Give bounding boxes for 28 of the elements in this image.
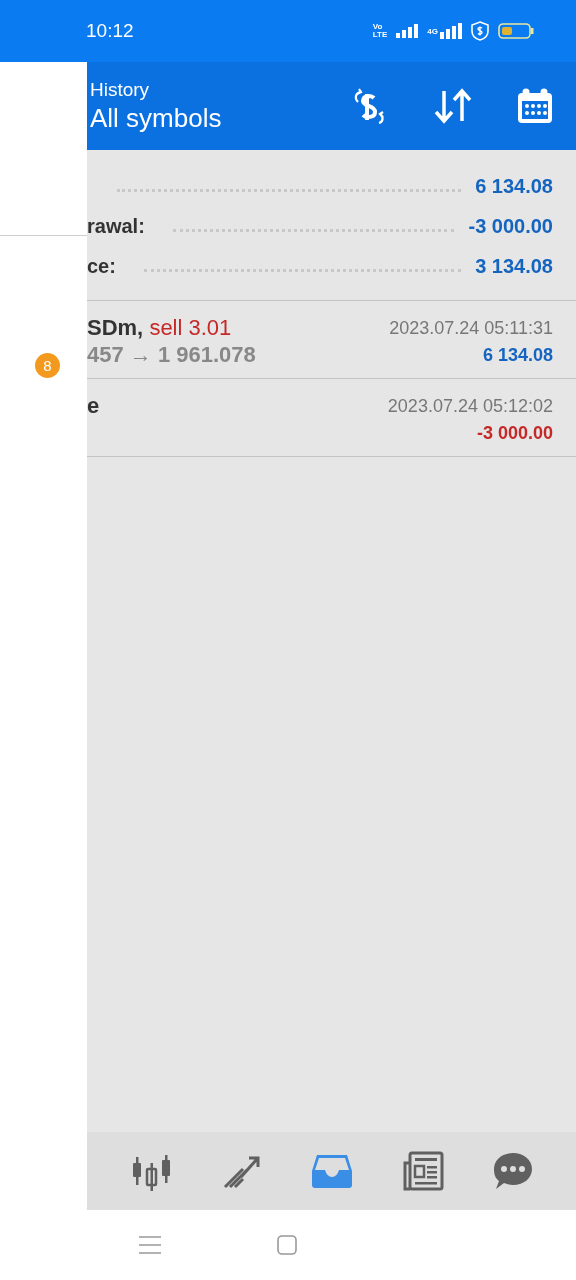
deal-title: SDm, sell 3.01 (87, 315, 233, 341)
summary-value: -3 000.00 (468, 214, 553, 238)
newspaper-icon[interactable] (401, 1151, 444, 1191)
signal-icon (440, 23, 462, 39)
signal-icon (396, 24, 419, 38)
symbol-filter[interactable]: All symbols (90, 102, 306, 134)
sort-icon[interactable] (434, 88, 472, 124)
chat-icon[interactable] (491, 1151, 534, 1191)
summary-label: ce: (87, 254, 116, 278)
summary-label: rawal: (87, 214, 145, 238)
calendar-icon[interactable] (516, 87, 554, 125)
volte-indicator: Vo LTE (372, 23, 388, 39)
deal-amount: -3 000.00 (476, 423, 553, 444)
deal-time: 2023.07.24 05:12:02 (387, 396, 553, 417)
screen-title: History (90, 78, 151, 101)
summary-value: 3 134.08 (475, 254, 553, 278)
clock-time: 10:12 (86, 20, 134, 42)
count-badge: 8 (35, 353, 60, 378)
deal-prices: 457 → 1 961.078 (87, 342, 256, 368)
deal-amount: 6 134.08 (482, 345, 553, 366)
network-type: 4G (427, 26, 438, 36)
deal-title: e (87, 393, 100, 419)
inbox-icon[interactable] (311, 1153, 354, 1189)
deal-time: 2023.07.24 05:11:31 (389, 318, 553, 339)
battery-icon (498, 22, 534, 40)
shield-icon (471, 21, 489, 41)
home-icon[interactable] (277, 1235, 297, 1255)
summary-value: 6 134.08 (475, 174, 553, 198)
